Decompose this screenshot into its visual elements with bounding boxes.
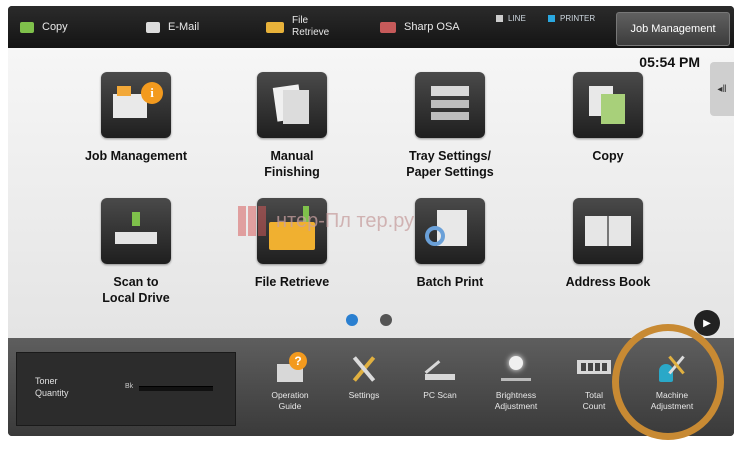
tile-job-management[interactable]: i Job Management <box>56 72 216 164</box>
top-file-retrieve-label: File Retrieve <box>292 15 329 39</box>
top-sharp-osa-label: Sharp OSA <box>404 21 460 33</box>
copy-icon <box>573 72 643 138</box>
top-file-retrieve-line1: File <box>292 15 309 26</box>
printer-status-label: PRINTER <box>560 14 596 23</box>
settings-button[interactable]: Settings <box>330 352 398 401</box>
pc-scan-button[interactable]: PC Scan <box>406 352 474 401</box>
total-count-line1: Total <box>585 390 603 400</box>
tray-settings-icon <box>415 72 485 138</box>
scan-to-local-drive-icon <box>101 198 171 264</box>
home-screen: 05:54 PM ◂‖ i Job Management Manual Fini… <box>8 48 734 338</box>
settings-label: Settings <box>348 390 380 400</box>
watermark-text: нтер-Пл тер.ру <box>276 209 415 232</box>
line-led-icon <box>496 15 503 22</box>
highlight-ring <box>612 324 724 440</box>
tile-scan-to-local-drive-label: Scan to Local Drive <box>56 274 216 306</box>
scan-to-local-drive-line2: Local Drive <box>102 291 170 305</box>
manual-finishing-line2: Finishing <box>264 165 320 179</box>
printer-led-icon <box>548 15 555 22</box>
top-bar: Copy E-Mail File Retrieve Sharp OSA LINE <box>8 6 734 48</box>
job-management-tab[interactable]: Job Management <box>616 12 730 46</box>
play-icon: ▶ <box>703 317 711 329</box>
toner-label-line1: Toner <box>35 376 58 386</box>
address-book-icon <box>573 198 643 264</box>
tile-copy[interactable]: Copy <box>528 72 688 164</box>
operation-guide-line2: Guide <box>278 401 302 411</box>
top-email-button[interactable]: E-Mail <box>146 6 199 48</box>
top-file-retrieve-line2: Retrieve <box>292 27 330 38</box>
tile-address-book-label: Address Book <box>565 275 651 289</box>
page-dot-2[interactable] <box>380 314 392 326</box>
email-icon <box>146 21 160 33</box>
tile-tray-settings[interactable]: Tray Settings/ Paper Settings <box>370 72 530 180</box>
brightness-line2: Adjustment <box>494 401 538 411</box>
watermark-logo-icon <box>238 206 268 236</box>
manual-finishing-line1: Manual <box>270 149 314 163</box>
manual-finishing-icon <box>257 72 327 138</box>
job-management-icon: i <box>101 72 171 138</box>
page-dot-1[interactable] <box>346 314 358 326</box>
operation-guide-label: Operation Guide <box>256 390 324 412</box>
device-photo-frame: Copy E-Mail File Retrieve Sharp OSA LINE <box>0 0 742 453</box>
operation-guide-line1: Operation <box>271 390 309 400</box>
operation-guide-button[interactable]: ? Operation Guide <box>256 352 324 412</box>
scan-to-local-drive-line1: Scan to <box>113 275 159 289</box>
settings-icon <box>347 352 381 384</box>
sharp-osa-icon <box>380 21 396 33</box>
batch-print-icon <box>415 198 485 264</box>
toner-quantity-panel: Toner Quantity Bk <box>16 352 236 426</box>
toner-label: Toner Quantity <box>35 375 69 399</box>
job-management-tab-label: Job Management <box>630 23 716 35</box>
brightness-icon <box>499 352 533 384</box>
toner-label-line2: Quantity <box>35 388 69 398</box>
tile-scan-to-local-drive[interactable]: Scan to Local Drive <box>56 198 216 306</box>
tray-settings-line2: Paper Settings <box>406 165 494 179</box>
toner-channel: Bk <box>125 383 134 390</box>
brightness-line1: Brightness <box>495 390 537 400</box>
top-sharp-osa-button[interactable]: Sharp OSA <box>380 6 460 48</box>
top-file-retrieve-button[interactable]: File Retrieve <box>266 6 329 48</box>
side-panel-tab[interactable]: ◂‖ <box>710 62 734 116</box>
tile-address-book[interactable]: Address Book <box>528 198 688 290</box>
total-count-line2: Count <box>582 401 606 411</box>
clock: 05:54 PM <box>639 54 700 70</box>
tile-file-retrieve-label: File Retrieve <box>254 275 330 289</box>
tile-manual-finishing-label: Manual Finishing <box>212 148 372 180</box>
tile-manual-finishing[interactable]: Manual Finishing <box>212 72 372 180</box>
copy-icon <box>20 21 34 33</box>
pc-scan-icon <box>423 352 457 384</box>
tile-tray-settings-label: Tray Settings/ Paper Settings <box>370 148 530 180</box>
printer-status: PRINTER <box>548 14 595 23</box>
watermark: нтер-Пл тер.ру <box>238 206 414 236</box>
brightness-adjustment-button[interactable]: Brightness Adjustment <box>482 352 550 412</box>
toner-level-bar <box>139 386 213 391</box>
tile-copy-label: Copy <box>592 149 624 163</box>
file-retrieve-icon <box>266 21 284 33</box>
tile-batch-print-label: Batch Print <box>416 275 484 289</box>
total-count-icon <box>577 352 611 384</box>
tile-job-management-label: Job Management <box>84 149 188 163</box>
operation-guide-icon: ? <box>273 352 307 384</box>
pc-scan-label: PC Scan <box>423 390 457 400</box>
top-email-label: E-Mail <box>168 21 200 33</box>
line-status: LINE <box>496 14 526 23</box>
line-status-label: LINE <box>508 14 526 23</box>
top-copy-label: Copy <box>42 21 68 33</box>
tray-settings-line1: Tray Settings/ <box>409 149 491 163</box>
top-copy-button[interactable]: Copy <box>20 6 68 48</box>
brightness-label: Brightness Adjustment <box>482 390 550 412</box>
